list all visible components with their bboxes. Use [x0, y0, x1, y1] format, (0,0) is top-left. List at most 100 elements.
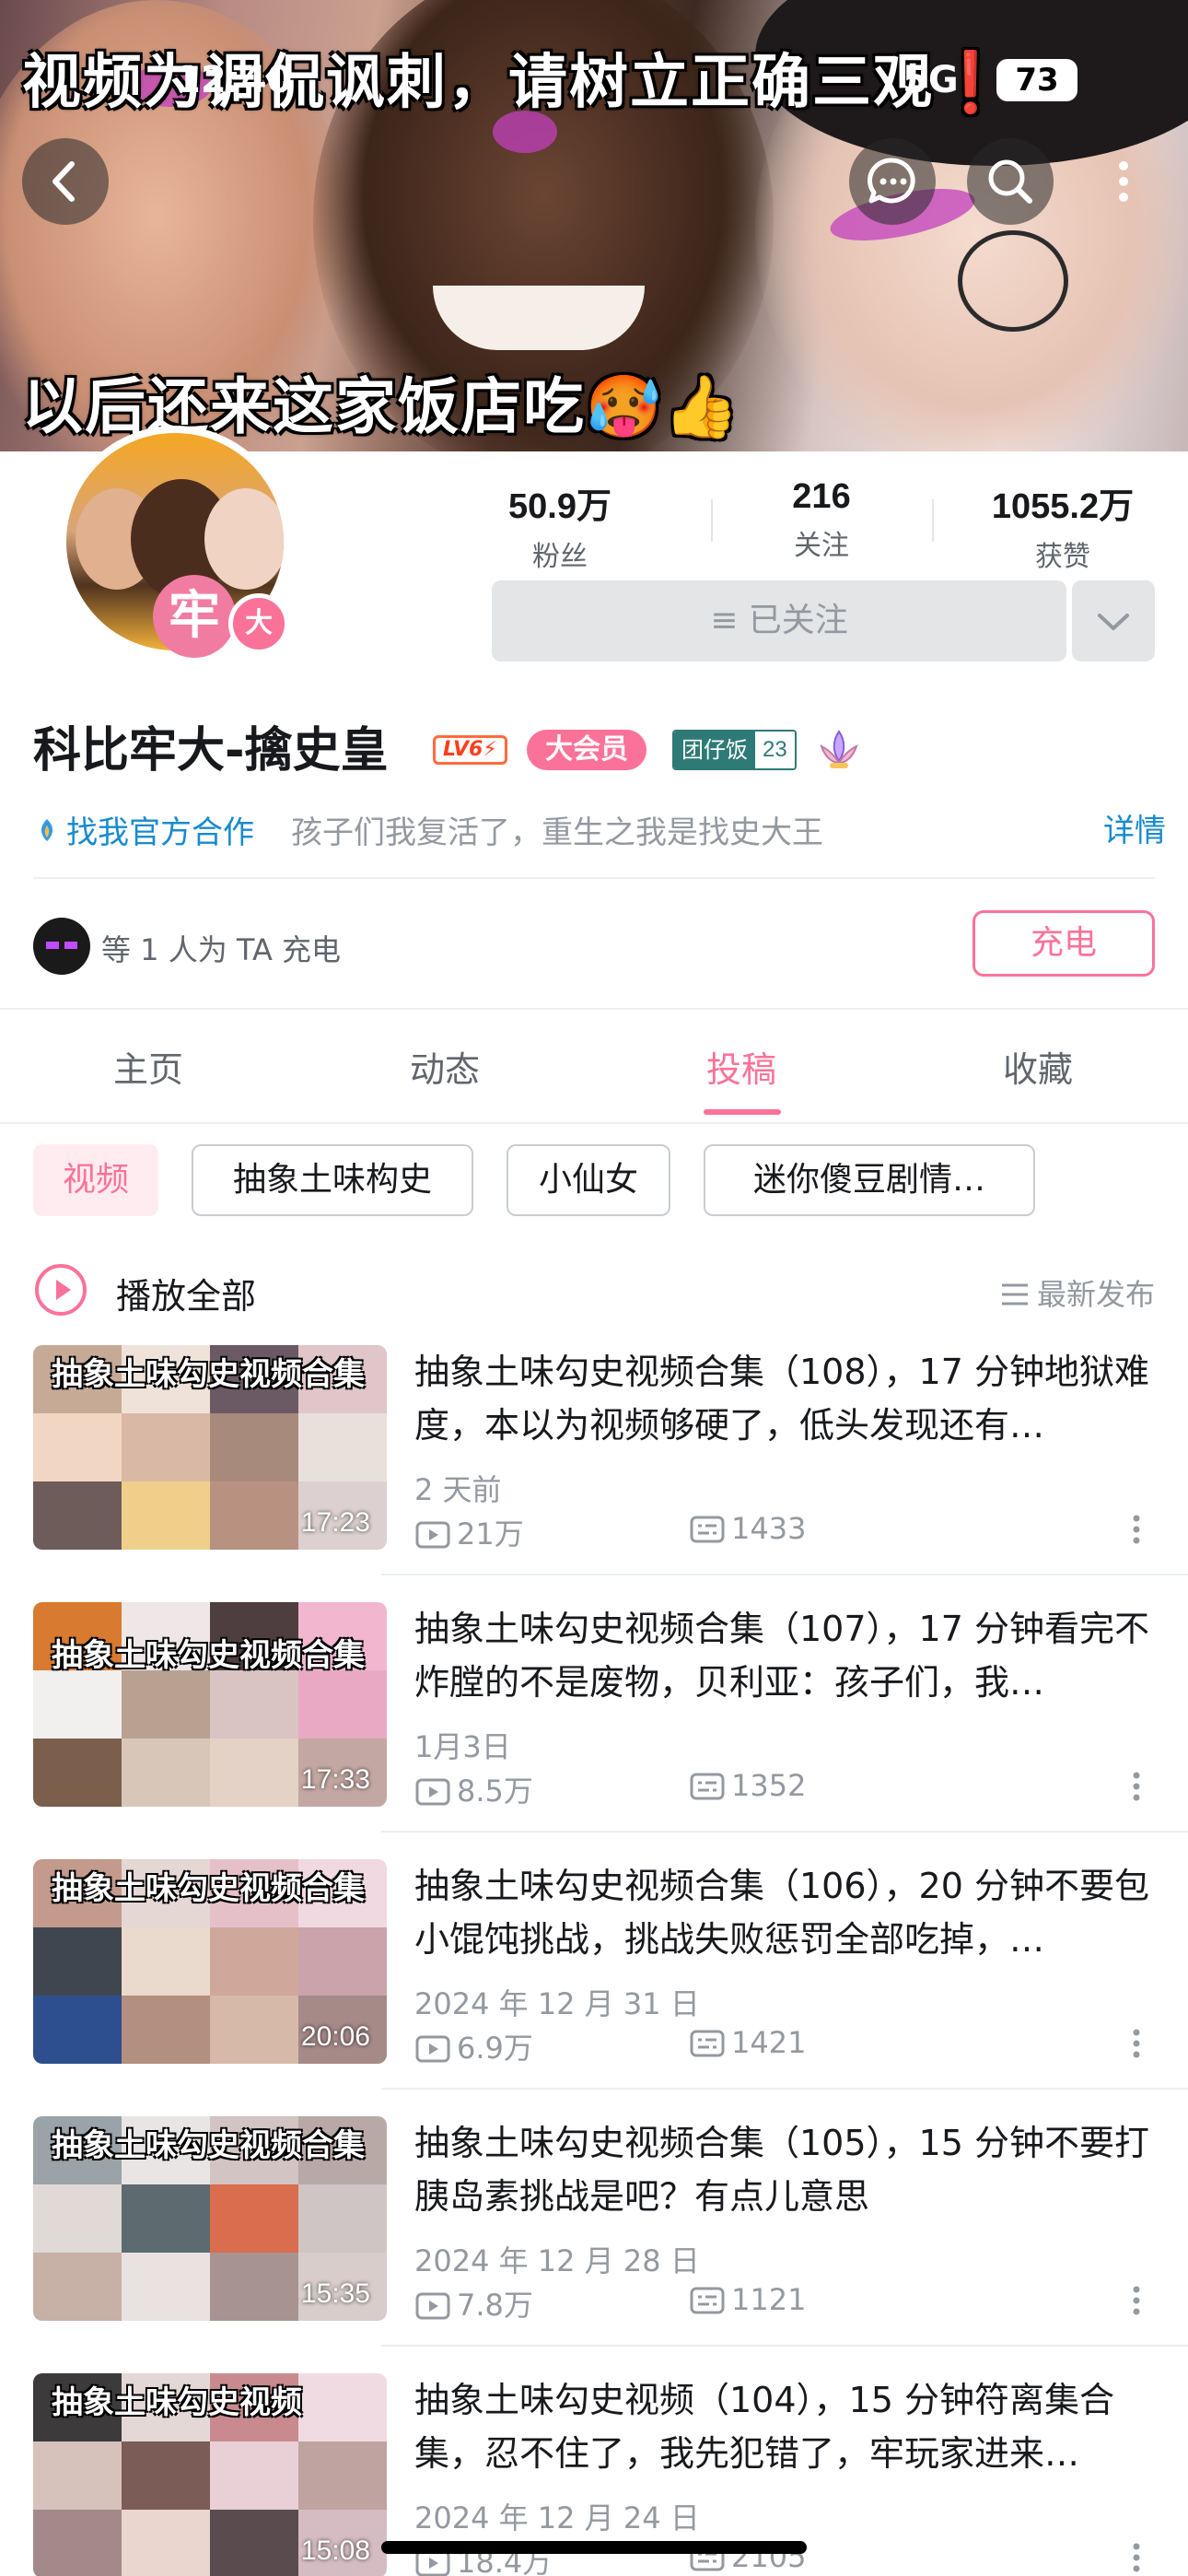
- video-date: 2024 年 12 月 28 日: [414, 2243, 700, 2278]
- video-item[interactable]: 抽象土味勾史视频合集 20:06 抽象土味勾史视频合集（106），20 分钟不要…: [33, 1859, 1155, 2067]
- message-icon: [868, 158, 915, 204]
- list-divider: [381, 1574, 1188, 1575]
- list-divider: [381, 1831, 1188, 1832]
- avatar-eye: [64, 942, 77, 949]
- thumbnail-title: 抽象土味勾史视频合集: [52, 1356, 365, 1393]
- chip-collection-abstract[interactable]: 抽象土味构史: [192, 1144, 473, 1216]
- fans-label: 粉丝: [532, 541, 588, 573]
- views-count: 6.9万: [457, 2031, 533, 2066]
- play-count-icon: [415, 2035, 450, 2063]
- chip-collection-fairy[interactable]: 小仙女: [507, 1144, 670, 1216]
- video-duration: 15:08: [300, 2535, 370, 2566]
- tab-dynamics[interactable]: 动态: [297, 1041, 593, 1092]
- more-vertical-icon[interactable]: [1118, 2025, 1155, 2062]
- fan-medal[interactable]: 团仔饭 23: [672, 730, 797, 770]
- video-title[interactable]: 抽象土味勾史视频合集（105），15 分钟不要打胰岛素挑战是吧？有点儿意思: [414, 2116, 1151, 2223]
- video-thumbnail[interactable]: 抽象土味勾史视频合集 17:23: [33, 1345, 387, 1550]
- likes-stat: 1055.2万 获赞: [952, 477, 1173, 574]
- video-duration: 17:33: [300, 1764, 370, 1795]
- followed-button[interactable]: ≡ 已关注: [492, 580, 1066, 662]
- video-danmaku: 1352: [689, 1768, 806, 1803]
- vip-badge[interactable]: 大会员: [527, 730, 646, 770]
- video-date: 2024 年 12 月 24 日: [414, 2500, 700, 2535]
- likes-label: 获赞: [1035, 541, 1090, 573]
- banner-top-caption: 视频为调侃讽刺，请树立正确三观❗: [22, 49, 1009, 117]
- video-thumbnail[interactable]: 抽象土味勾史视频 15:08: [33, 2373, 387, 2576]
- danmaku-count: 1421: [731, 2025, 807, 2060]
- fan-medal-name: 团仔饭: [674, 732, 755, 768]
- back-button[interactable]: [22, 138, 109, 225]
- lotus-icon[interactable]: [814, 724, 864, 774]
- more-options-button[interactable]: [1087, 138, 1160, 225]
- level-badge: LV6⚡: [433, 735, 507, 765]
- search-icon: [988, 159, 1032, 204]
- banner-smile: [433, 286, 645, 350]
- danmaku-icon: [690, 1773, 725, 1800]
- charger-avatar[interactable]: [33, 918, 90, 975]
- video-views: 7.8万: [414, 2282, 533, 2324]
- avatar-text-badge: 牢: [153, 575, 236, 658]
- likes-count: 1055.2万: [991, 487, 1135, 526]
- danmaku-count: 1121: [731, 2282, 807, 2317]
- video-thumbnail[interactable]: 抽象土味勾史视频合集 17:33: [33, 1602, 387, 1807]
- home-indicator[interactable]: [381, 2541, 807, 2554]
- up-badge: 大: [228, 593, 289, 654]
- video-thumbnail[interactable]: 抽象土味勾史视频合集 20:06: [33, 1859, 387, 2064]
- play-count-icon: [415, 1521, 450, 1549]
- cooperation-icon: [41, 819, 53, 841]
- chip-collection-mini-drama[interactable]: 迷你傻豆剧情…: [704, 1144, 1035, 1216]
- video-title[interactable]: 抽象土味勾史视频合集（108），17 分钟地狱难度，本以为视频够硬了，低头发现还…: [414, 1345, 1151, 1452]
- message-button[interactable]: [849, 138, 936, 225]
- chip-videos[interactable]: 视频: [33, 1144, 158, 1216]
- cooperation-link[interactable]: 找我官方合作: [66, 807, 254, 852]
- divider: [33, 877, 1155, 879]
- more-vertical-icon[interactable]: [1118, 2282, 1155, 2319]
- fans-stat[interactable]: 50.9万 粉丝: [449, 477, 670, 574]
- play-all-button[interactable]: 播放全部: [116, 1268, 256, 1318]
- video-title[interactable]: 抽象土味勾史视频（104），15 分钟符离集合集，忍不住了，我先犯错了，牢玩家进…: [414, 2373, 1151, 2480]
- video-item[interactable]: 抽象土味勾史视频合集 17:33 抽象土味勾史视频合集（107），17 分钟看完…: [33, 1602, 1155, 1810]
- video-title[interactable]: 抽象土味勾史视频合集（107），17 分钟看完不炸膛的不是废物，贝利亚：孩子们，…: [414, 1602, 1151, 1709]
- charge-button[interactable]: 充电: [973, 910, 1155, 977]
- video-duration: 15:35: [300, 2278, 370, 2309]
- more-vertical-icon[interactable]: [1118, 1768, 1155, 1805]
- sort-button[interactable]: 最新发布: [1000, 1271, 1155, 1314]
- video-views: 8.5万: [414, 1768, 533, 1810]
- following-label: 关注: [794, 530, 849, 562]
- tab-home[interactable]: 主页: [0, 1041, 297, 1092]
- video-views: 6.9万: [414, 2025, 533, 2067]
- tab-uploads[interactable]: 投稿: [593, 1041, 890, 1092]
- tabs-divider: [0, 1122, 1188, 1124]
- tab-favorites[interactable]: 收藏: [890, 1041, 1186, 1092]
- username: 科比牢大-擒史皇: [33, 723, 389, 779]
- status-network: 5G: [903, 59, 959, 101]
- video-item[interactable]: 抽象土味勾史视频合集 17:23 抽象土味勾史视频合集（108），17 分钟地狱…: [33, 1345, 1155, 1551]
- video-thumbnail[interactable]: 抽象土味勾史视频合集 15:35: [33, 2116, 387, 2321]
- charge-summary[interactable]: 等 1 人为 TA 充电: [101, 927, 341, 969]
- more-vertical-icon[interactable]: [1118, 1511, 1155, 1548]
- video-title[interactable]: 抽象土味勾史视频合集（106），20 分钟不要包小馄饨挑战，挑战失败惩罚全部吃掉…: [414, 1859, 1151, 1966]
- profile-tabs: 主页 动态 投稿 收藏: [0, 1041, 1188, 1118]
- more-vertical-icon[interactable]: [1118, 2539, 1155, 2576]
- play-count-icon: [415, 1778, 450, 1806]
- play-count-icon: [415, 2292, 450, 2320]
- play-all-icon[interactable]: [33, 1262, 88, 1317]
- following-stat[interactable]: 216 关注: [711, 477, 932, 563]
- chevron-down-icon: [1098, 614, 1129, 630]
- views-count: 7.8万: [457, 2288, 533, 2323]
- video-danmaku: 1433: [689, 1511, 806, 1546]
- stat-divider: [932, 499, 934, 542]
- fans-count: 50.9万: [508, 487, 611, 526]
- video-item[interactable]: 抽象土味勾史视频合集 15:35 抽象土味勾史视频合集（105），15 分钟不要…: [33, 2116, 1155, 2324]
- more-vertical-icon: [1119, 161, 1128, 202]
- views-count: 8.5万: [457, 1774, 533, 1809]
- list-divider: [381, 2088, 1188, 2090]
- views-count: 21万: [457, 1516, 524, 1551]
- follow-dropdown-button[interactable]: [1072, 580, 1155, 662]
- avatar-eye: [46, 942, 59, 949]
- detail-link[interactable]: 详情: [1103, 805, 1166, 850]
- search-button[interactable]: [967, 138, 1054, 225]
- fan-medal-level: 23: [755, 732, 795, 768]
- sort-icon: [1001, 1283, 1028, 1306]
- thumbnail-title: 抽象土味勾史视频合集: [52, 1637, 365, 1674]
